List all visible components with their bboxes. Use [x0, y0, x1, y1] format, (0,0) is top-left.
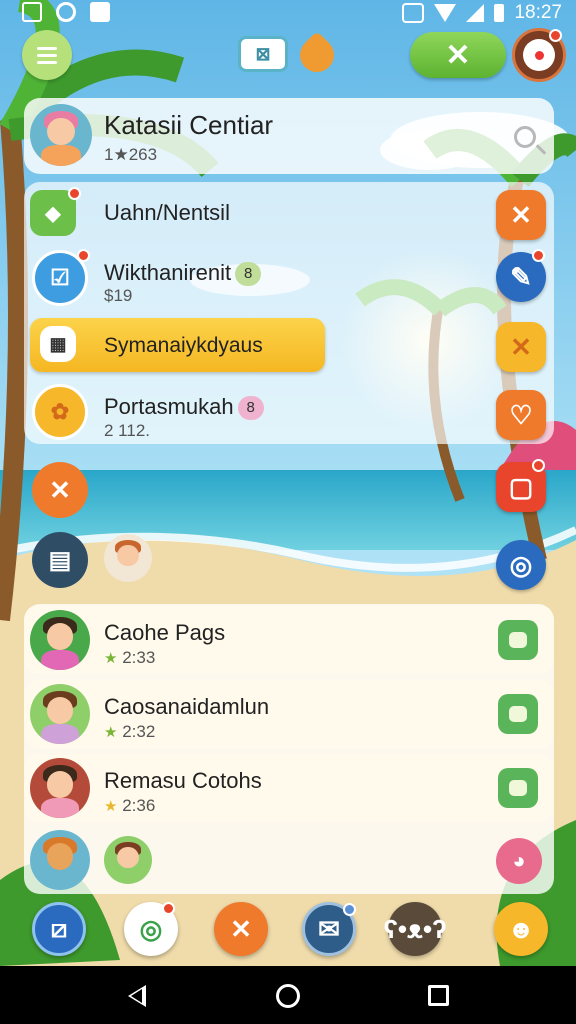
- chat-action-icon[interactable]: [498, 620, 538, 660]
- chat-avatar: [30, 758, 90, 818]
- close-icon: ✕: [510, 199, 532, 230]
- list-item-sub: 2 1​12.: [104, 421, 151, 440]
- clock: 18:27: [514, 2, 562, 23]
- dock-edit-button[interactable]: ⧄: [32, 902, 86, 956]
- chat-action-icon[interactable]: [498, 768, 538, 808]
- favorite-button[interactable]: ♡: [496, 390, 546, 440]
- chat-name: Caosanaidamlun: [104, 694, 270, 719]
- count-badge: 8: [237, 396, 264, 421]
- stop-button[interactable]: ▢: [496, 459, 546, 512]
- pig-icon[interactable]: ◕: [496, 838, 542, 884]
- calendar-icon: ▦: [40, 326, 76, 362]
- tools-side-button[interactable]: ✕: [496, 322, 546, 372]
- dock-profile-button[interactable]: ☻: [494, 902, 548, 956]
- chat-time: ★ 2:36: [104, 796, 156, 815]
- search-icon[interactable]: [514, 126, 536, 148]
- chat-action-icon[interactable]: [498, 694, 538, 734]
- close-button[interactable]: ✕: [496, 190, 546, 240]
- list-item-label[interactable]: Wikthanirenit 8: [104, 260, 262, 287]
- chat-name: Remasu Cotohs: [104, 768, 262, 793]
- list-item-sub: $19: [104, 286, 133, 305]
- dock-mail-button[interactable]: ✉: [302, 902, 356, 956]
- coin-icon[interactable]: ✿: [32, 384, 88, 440]
- profile-score: 1★263: [104, 145, 158, 164]
- heart-icon: ♡: [509, 399, 533, 430]
- mail-icon: ✉: [318, 913, 340, 944]
- back-icon[interactable]: [128, 985, 146, 1007]
- tools-icon: ✕: [510, 331, 532, 362]
- home-icon[interactable]: [276, 984, 300, 1008]
- battery-icon: [494, 4, 505, 22]
- close-icon: ✕: [49, 474, 71, 505]
- friend-avatar[interactable]: [104, 534, 152, 582]
- signal-icon: [466, 4, 485, 22]
- profile-name: Katasii Centiar: [104, 110, 274, 140]
- stop-icon: ▢: [508, 471, 534, 502]
- close-icon: ✕: [230, 913, 252, 944]
- search-side-button[interactable]: ◎: [496, 540, 546, 590]
- sync-icon: [56, 2, 76, 22]
- list-item-label[interactable]: Uahn/Nentsil: [104, 200, 230, 226]
- chat-avatar: [30, 684, 90, 744]
- checkbox-icon[interactable]: ☑: [32, 249, 90, 306]
- shield-icon[interactable]: ◆: [30, 187, 81, 236]
- top-center-icons: ⊠: [238, 30, 342, 80]
- wifi-icon: [434, 4, 457, 22]
- dock-close-button[interactable]: ✕: [214, 902, 268, 956]
- document-button[interactable]: ▤: [32, 532, 88, 588]
- game-icon[interactable]: ⊠: [238, 36, 288, 72]
- chat-avatar: [30, 610, 90, 670]
- pencil-icon: ✎: [510, 261, 532, 292]
- spiral-icon: ◎: [139, 913, 163, 944]
- chat-name: Caohe Pags: [104, 620, 226, 645]
- chat-avatar[interactable]: [104, 836, 152, 884]
- close-round-button[interactable]: ✕: [32, 462, 88, 518]
- status-bar: 18:27: [0, 0, 576, 26]
- profile-avatar[interactable]: [30, 104, 92, 166]
- navigation-bar: [0, 966, 576, 1024]
- edit-button[interactable]: ✎: [496, 249, 546, 302]
- grid-icon: [22, 2, 42, 22]
- list-item-label: Symanaiykdyaus: [104, 334, 263, 357]
- chat-time: ★ 2:32: [104, 722, 156, 741]
- search-icon: ◎: [509, 549, 533, 580]
- dock-bear-button[interactable]: ʕ•ᴥ•ʔ: [383, 902, 447, 956]
- edit-icon: ⧄: [50, 913, 68, 943]
- document-icon: ▤: [48, 546, 72, 574]
- vibrate-icon: [402, 3, 425, 23]
- menu-button[interactable]: [22, 30, 72, 80]
- notification-icon: [90, 2, 110, 22]
- count-badge: 8: [235, 262, 262, 287]
- user-avatar[interactable]: [512, 28, 566, 82]
- tools-button[interactable]: ✕: [410, 32, 506, 78]
- list-item-label[interactable]: Portasmukah 8: [104, 394, 264, 421]
- bear-icon: ʕ•ᴥ•ʔ: [383, 913, 447, 944]
- chat-time: ★ 2:33: [104, 648, 156, 667]
- person-icon: ☻: [507, 913, 535, 944]
- chat-avatar[interactable]: [30, 830, 90, 890]
- dock-refresh-button[interactable]: ◎: [124, 902, 178, 956]
- menu-icon: [37, 46, 57, 50]
- heart-icon[interactable]: [292, 30, 342, 80]
- recents-icon[interactable]: [428, 985, 449, 1006]
